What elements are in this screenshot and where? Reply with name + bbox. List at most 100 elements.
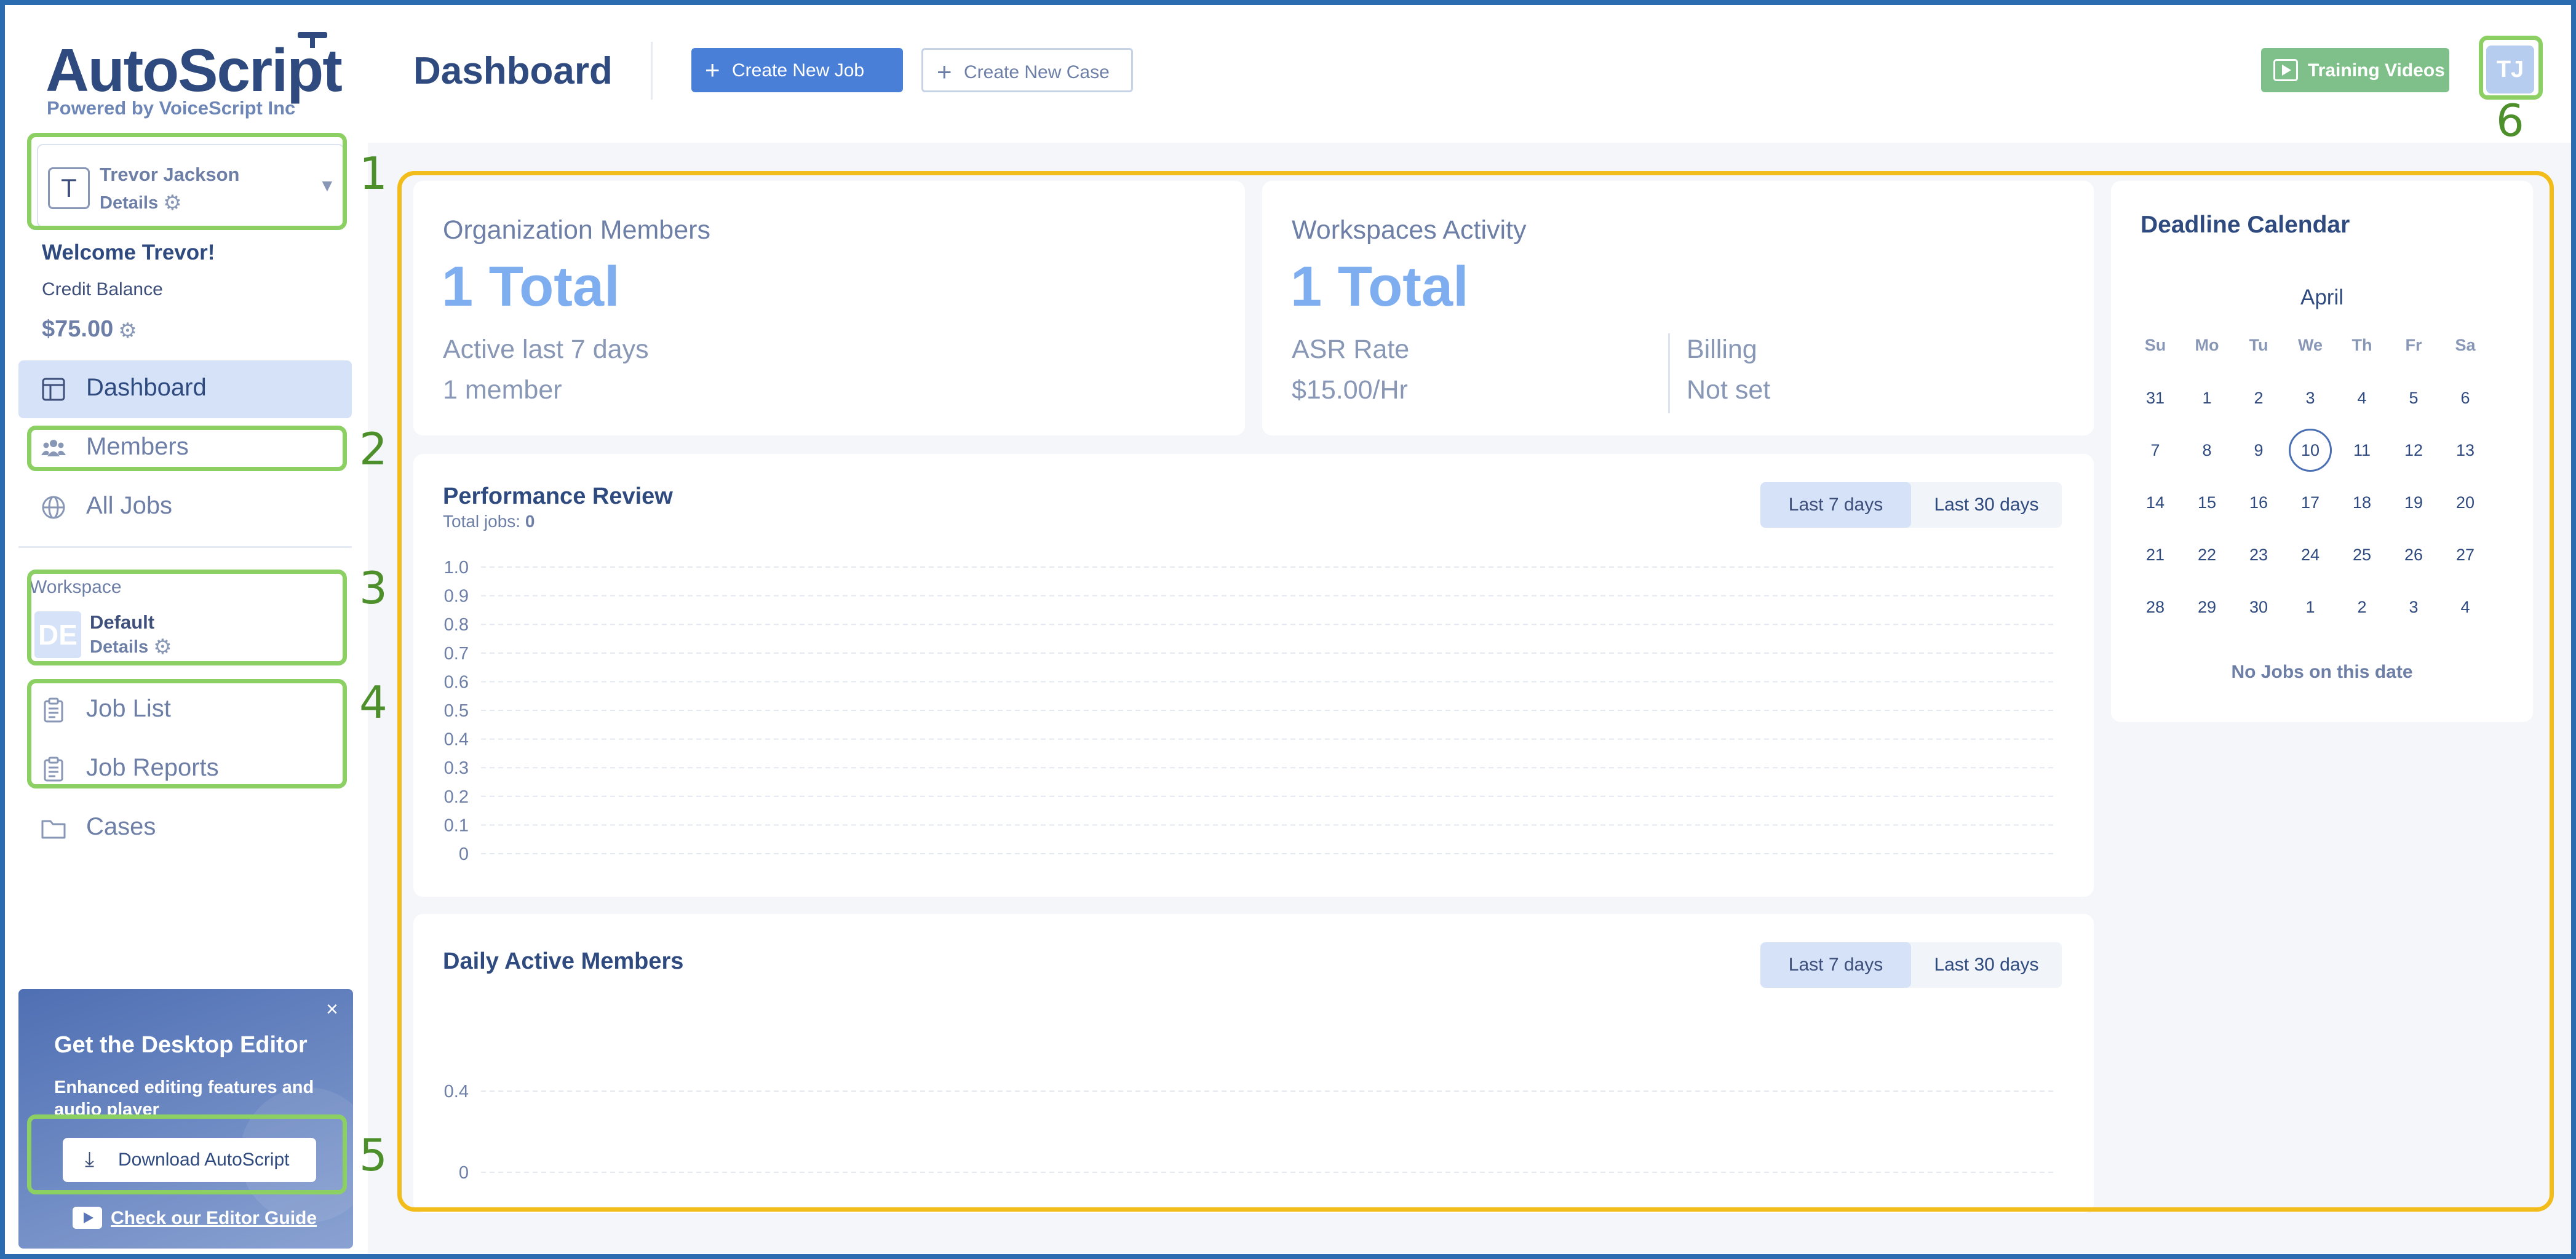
tab-last-7-days[interactable]: Last 7 days	[1760, 482, 1911, 528]
calendar-day[interactable]: 12	[2388, 429, 2439, 472]
users-icon	[41, 435, 66, 461]
calendar-empty-message: No Jobs on this date	[2231, 662, 2413, 682]
calendar-weekday: Th	[2351, 336, 2372, 354]
editor-guide-link[interactable]: Check our Editor Guide	[111, 1208, 317, 1229]
user-switcher[interactable]: T Trevor Jackson Details ⚙ ▼	[37, 144, 344, 228]
training-videos-label: Training Videos	[2308, 60, 2445, 81]
calendar-day[interactable]: 20	[2439, 481, 2491, 524]
sidebar-item-dashboard[interactable]: Dashboard	[18, 360, 352, 418]
calendar-day[interactable]: 30	[2233, 586, 2284, 629]
calendar-day[interactable]: 23	[2233, 533, 2284, 576]
training-videos-button[interactable]: Training Videos	[2261, 48, 2449, 92]
performance-total-jobs: Total jobs: 0	[443, 512, 535, 531]
calendar-day[interactable]: 17	[2284, 481, 2336, 524]
daily-active-range-tabs: Last 7 days Last 30 days	[1760, 942, 2062, 988]
calendar-day[interactable]: 21	[2129, 533, 2181, 576]
user-avatar[interactable]: TJ	[2486, 46, 2534, 93]
y-tick-label: 0.6	[444, 672, 469, 692]
calendar-day[interactable]: 4	[2336, 376, 2388, 419]
calendar-day[interactable]: 1	[2181, 376, 2233, 419]
annotation-label-5: 5	[359, 1129, 388, 1181]
workspaces-activity-total: 1 Total	[1290, 255, 1469, 318]
workspace-details-link[interactable]: Details ⚙	[90, 635, 172, 659]
calendar-day[interactable]: 2	[2336, 586, 2388, 629]
y-tick-label: 0.2	[444, 787, 469, 807]
calendar-day[interactable]: 24	[2284, 533, 2336, 576]
y-tick-label: 0.5	[444, 701, 469, 721]
calendar-day[interactable]: 4	[2439, 586, 2491, 629]
desktop-editor-promo: × Get the Desktop Editor Enhanced editin…	[18, 989, 353, 1249]
org-members-total: 1 Total	[442, 255, 620, 318]
tab-last-30-days[interactable]: Last 30 days	[1911, 482, 2062, 528]
gear-icon: ⚙	[163, 191, 182, 215]
calendar-weekday: Tu	[2249, 336, 2268, 354]
annotation-label-6: 6	[2496, 95, 2524, 146]
sidebar-item-cases[interactable]: Cases	[18, 800, 352, 857]
sidebar-item-members[interactable]: Members	[18, 419, 352, 477]
tab-last-7-days[interactable]: Last 7 days	[1760, 942, 1911, 988]
calendar-day[interactable]: 13	[2439, 429, 2491, 472]
calendar-day[interactable]: 14	[2129, 481, 2181, 524]
sidebar-item-all-jobs[interactable]: All Jobs	[18, 479, 352, 536]
calendar-day[interactable]: 1	[2284, 586, 2336, 629]
sidebar-item-job-reports[interactable]: Job Reports	[18, 741, 352, 798]
download-autoscript-button[interactable]: ⤓ Download AutoScript	[63, 1138, 316, 1182]
create-new-job-button[interactable]: + Create New Job	[691, 48, 903, 92]
performance-review-title: Performance Review	[443, 483, 673, 509]
calendar-day[interactable]: 11	[2336, 429, 2388, 472]
y-tick-label: 0.3	[444, 758, 469, 778]
close-icon[interactable]: ×	[326, 998, 338, 1022]
calendar-day[interactable]: 15	[2181, 481, 2233, 524]
workspace-badge[interactable]: DE	[34, 611, 81, 658]
calendar-day[interactable]: 26	[2388, 533, 2439, 576]
sidebar-item-label: All Jobs	[86, 492, 173, 519]
calendar-day[interactable]: 29	[2181, 586, 2233, 629]
billing-value: Not set	[1687, 375, 1771, 405]
logo-antenna-icon	[298, 32, 327, 48]
workspace-name[interactable]: Default	[90, 611, 154, 633]
asr-rate-label: ASR Rate	[1292, 335, 1410, 364]
calendar-weekday: Fr	[2405, 336, 2422, 354]
tab-last-30-days[interactable]: Last 30 days	[1911, 942, 2062, 988]
calendar-day[interactable]: 22	[2181, 533, 2233, 576]
calendar-day[interactable]: 7	[2129, 429, 2181, 472]
y-tick-label: 1.0	[444, 558, 469, 578]
y-tick-label: 0	[459, 1163, 469, 1183]
calendar-day[interactable]: 19	[2388, 481, 2439, 524]
top-header: Dashboard + Create New Job + Create New …	[368, 5, 2571, 143]
credit-gear-icon[interactable]: ⚙	[118, 319, 137, 343]
calendar-day[interactable]: 8	[2181, 429, 2233, 472]
clipboard-icon	[41, 757, 66, 782]
chevron-down-icon[interactable]: ▼	[319, 176, 336, 196]
calendar-day[interactable]: 5	[2388, 376, 2439, 419]
credit-balance-label: Credit Balance	[42, 279, 163, 300]
organization-members-card: Organization Members 1 Total Active last…	[413, 181, 1245, 435]
calendar-day[interactable]: 2	[2233, 376, 2284, 419]
create-new-case-label: Create New Case	[964, 62, 1110, 82]
calendar-weekday: We	[2297, 336, 2323, 354]
calendar-day[interactable]: 9	[2233, 429, 2284, 472]
sidebar-item-job-list[interactable]: Job List	[18, 681, 352, 739]
create-new-job-label: Create New Job	[732, 60, 865, 81]
video-play-icon	[73, 1207, 102, 1229]
calendar-day[interactable]: 28	[2129, 586, 2181, 629]
calendar-day[interactable]: 16	[2233, 481, 2284, 524]
calendar-day[interactable]: 3	[2284, 376, 2336, 419]
calendar-day[interactable]: 18	[2336, 481, 2388, 524]
credit-balance-value: $75.00 ⚙	[42, 316, 137, 343]
create-new-case-button[interactable]: + Create New Case	[921, 48, 1133, 92]
user-details-link[interactable]: Details ⚙	[100, 191, 182, 215]
y-tick-label: 0.4	[444, 730, 469, 750]
calendar-day[interactable]: 27	[2439, 533, 2491, 576]
daily-active-members-card: Daily Active Members Last 7 days Last 30…	[413, 914, 2094, 1213]
calendar-day[interactable]: 10	[2284, 429, 2336, 472]
page-title: Dashboard	[413, 50, 613, 92]
calendar-day[interactable]: 31	[2129, 376, 2181, 419]
calendar-day[interactable]: 6	[2439, 376, 2491, 419]
clipboard-icon	[41, 697, 66, 723]
calendar-weekday: Mo	[2195, 336, 2219, 354]
dashboard-main: Organization Members 1 Total Active last…	[368, 143, 2571, 1253]
calendar-day[interactable]: 25	[2336, 533, 2388, 576]
sidebar-item-label: Cases	[86, 813, 156, 840]
calendar-day[interactable]: 3	[2388, 586, 2439, 629]
